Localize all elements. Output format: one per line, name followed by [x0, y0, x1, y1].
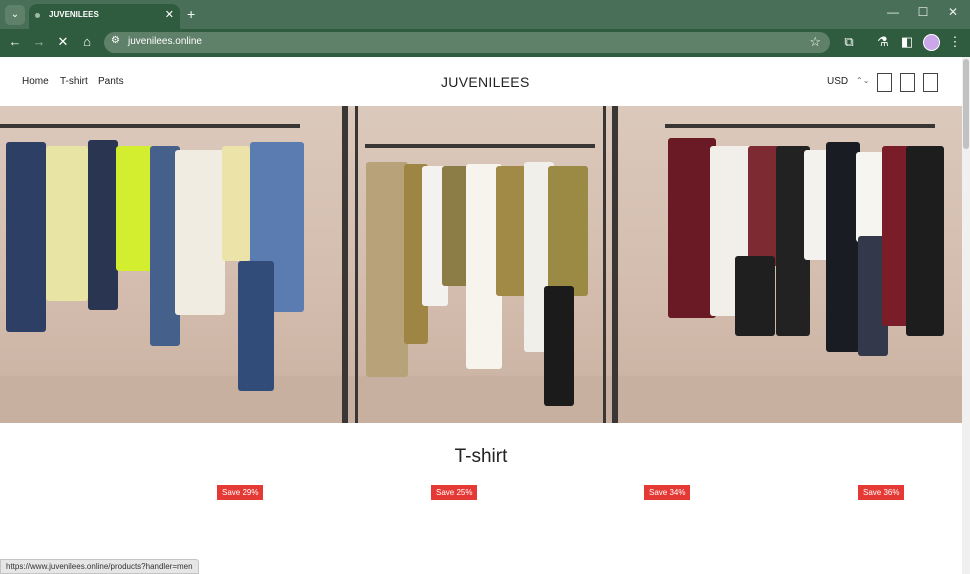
- tab-title: JUVENILEES: [49, 10, 99, 19]
- close-tab-icon[interactable]: ✕: [165, 8, 174, 21]
- profile-avatar[interactable]: [923, 34, 940, 51]
- store-logo[interactable]: JUVENILEES: [441, 74, 530, 90]
- page-scrollbar[interactable]: [962, 57, 970, 574]
- currency-caret-icon[interactable]: ⌃⌄: [856, 76, 869, 85]
- labs-icon[interactable]: ⚗: [875, 34, 891, 50]
- search-icon[interactable]: [877, 73, 892, 92]
- address-url: juvenilees.online: [128, 36, 202, 47]
- nav-home-link[interactable]: Home: [22, 76, 49, 87]
- forward-icon[interactable]: →: [31, 34, 47, 49]
- browser-toolbar: ← → ✕ ⌂ ⚙ juvenilees.online ☆ ⧉ ⚗ ◧ ⋮: [0, 29, 970, 57]
- link-status-bar: https://www.juvenilees.online/products?h…: [0, 559, 199, 574]
- address-bar[interactable]: ⚙ juvenilees.online ☆: [104, 32, 830, 53]
- stop-loading-icon[interactable]: ✕: [55, 34, 71, 50]
- collection-title: T-shirt: [454, 446, 508, 467]
- account-icon[interactable]: [900, 73, 915, 92]
- menu-kebab-icon[interactable]: ⋮: [947, 34, 963, 50]
- sale-badge: Save 36%: [858, 485, 905, 500]
- close-window-icon[interactable]: ✕: [945, 5, 961, 19]
- new-tab-icon[interactable]: +: [187, 6, 195, 22]
- web-page: Home T-shirt Pants JUVENILEES USD ⌃⌄ T-s…: [0, 57, 962, 574]
- cart-icon[interactable]: [923, 73, 938, 92]
- tab-search-icon[interactable]: ⌄: [5, 5, 25, 25]
- minimize-icon[interactable]: —: [885, 5, 901, 19]
- nav-tshirt-link[interactable]: T-shirt: [60, 76, 88, 87]
- maximize-icon[interactable]: ☐: [915, 5, 931, 19]
- side-panel-icon[interactable]: ◧: [899, 34, 915, 50]
- currency-selector[interactable]: USD: [827, 76, 848, 87]
- browser-tab-bar: ⌄ JUVENILEES ✕ + — ☐ ✕: [0, 0, 970, 29]
- sale-badge: Save 34%: [644, 485, 691, 500]
- home-icon[interactable]: ⌂: [79, 34, 95, 49]
- site-settings-icon[interactable]: ⚙: [111, 35, 120, 46]
- nav-pants-link[interactable]: Pants: [98, 76, 124, 87]
- back-icon[interactable]: ←: [7, 34, 23, 49]
- hero-banner-image: [0, 106, 962, 423]
- browser-tab[interactable]: JUVENILEES ✕: [29, 4, 180, 29]
- scrollbar-thumb[interactable]: [963, 59, 969, 149]
- bookmark-star-icon[interactable]: ☆: [809, 34, 821, 50]
- extensions-icon[interactable]: ⧉: [841, 34, 857, 50]
- sale-badge: Save 25%: [431, 485, 478, 500]
- loading-favicon-icon: [35, 13, 40, 18]
- sale-badge: Save 29%: [217, 485, 264, 500]
